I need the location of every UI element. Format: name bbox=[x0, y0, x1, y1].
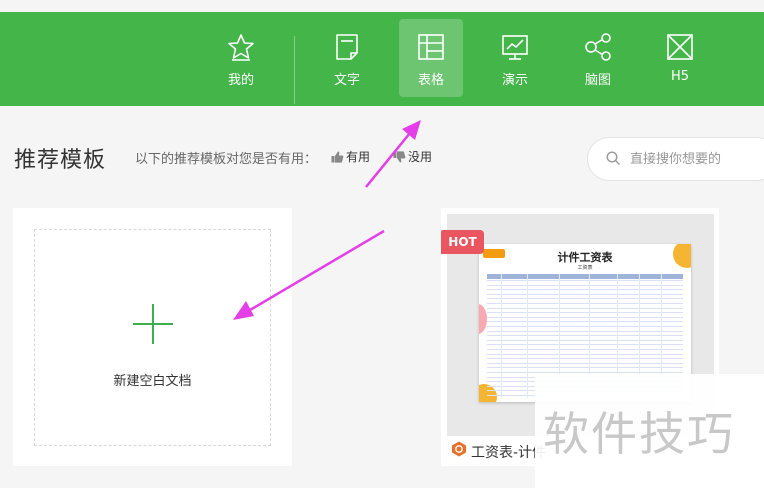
new-blank-document-card[interactable]: 新建空白文档 bbox=[13, 208, 292, 466]
preview-grid-line bbox=[487, 307, 683, 309]
preview-grid-line bbox=[487, 316, 683, 318]
blank-card-dashed-area[interactable]: 新建空白文档 bbox=[34, 229, 271, 446]
preview-grid-line bbox=[487, 335, 683, 337]
plus-icon-bar bbox=[133, 323, 173, 325]
preview-subtitle: 工资表 bbox=[577, 265, 593, 271]
template-search[interactable] bbox=[587, 137, 764, 181]
useless-label: 没用 bbox=[408, 150, 433, 164]
presentation-icon bbox=[502, 35, 528, 60]
preview-grid-line bbox=[487, 321, 683, 323]
tool-h5[interactable]: H5 bbox=[648, 19, 712, 97]
preview-grid-line bbox=[487, 372, 683, 373]
preview-grid-line bbox=[487, 349, 683, 350]
useful-button[interactable]: 有用 bbox=[331, 148, 370, 165]
hot-badge: HOT bbox=[441, 230, 484, 254]
search-input[interactable] bbox=[628, 148, 764, 170]
tool-mindmap[interactable]: 脑图 bbox=[566, 19, 630, 97]
preview-header-row bbox=[487, 274, 683, 279]
tool-sheet-label: 表格 bbox=[417, 73, 444, 88]
app-toolbar: 我的 文字 表格 演示 脑图 H5 bbox=[0, 12, 764, 106]
decoration-circle bbox=[479, 304, 487, 334]
table-icon bbox=[418, 34, 444, 60]
mindmap-icon bbox=[585, 33, 611, 61]
tool-mine[interactable]: 我的 bbox=[209, 19, 273, 97]
preview-grid-line bbox=[487, 339, 683, 341]
top-strip bbox=[0, 0, 764, 12]
h5-icon bbox=[667, 34, 693, 60]
preview-grid-line bbox=[487, 353, 683, 355]
section-title: 推荐模板 bbox=[14, 148, 107, 173]
tool-mindmap-label: 脑图 bbox=[584, 73, 611, 88]
useless-button[interactable]: 没用 bbox=[393, 148, 432, 165]
preview-grid-line bbox=[487, 293, 683, 295]
preview-grid-line bbox=[487, 362, 683, 364]
document-icon bbox=[336, 34, 358, 60]
tool-h5-label: H5 bbox=[670, 69, 690, 84]
preview-grid-line bbox=[487, 367, 683, 369]
preview-grid-line bbox=[487, 312, 683, 314]
tool-text-label: 文字 bbox=[333, 73, 360, 88]
preview-grid-line bbox=[487, 344, 683, 346]
template-type-icon bbox=[452, 441, 466, 457]
tool-sheet[interactable]: 表格 bbox=[399, 19, 463, 97]
useful-label: 有用 bbox=[346, 150, 371, 164]
preview-grid-line bbox=[487, 284, 683, 286]
preview-grid-line bbox=[487, 280, 683, 281]
tool-presentation-label: 演示 bbox=[501, 73, 528, 88]
tool-presentation[interactable]: 演示 bbox=[483, 19, 547, 97]
preview-grid-line bbox=[487, 330, 683, 332]
preview-grid-line bbox=[487, 326, 683, 327]
preview-grid-line bbox=[487, 303, 683, 304]
new-blank-document-label: 新建空白文档 bbox=[113, 374, 192, 389]
watermark-text: 软件技巧 bbox=[543, 407, 735, 461]
thumbs-down-icon bbox=[393, 151, 406, 163]
feedback-prompt: 以下的推荐模板对您是否有用： bbox=[135, 152, 318, 167]
toolbar-divider bbox=[294, 36, 295, 104]
tool-mine-label: 我的 bbox=[227, 73, 254, 88]
preview-title: 计件工资表 bbox=[557, 251, 613, 264]
preview-grid-column bbox=[501, 274, 502, 398]
tool-text[interactable]: 文字 bbox=[315, 19, 379, 97]
preview-grid-line bbox=[487, 358, 683, 360]
thumbs-up-icon bbox=[331, 151, 344, 163]
preview-grid-line bbox=[487, 298, 683, 300]
preview-grid-line bbox=[487, 289, 683, 291]
star-icon bbox=[228, 34, 254, 61]
search-icon bbox=[606, 151, 620, 165]
watermark: 软件技巧 bbox=[535, 374, 764, 488]
preview-grid-column bbox=[527, 274, 528, 398]
